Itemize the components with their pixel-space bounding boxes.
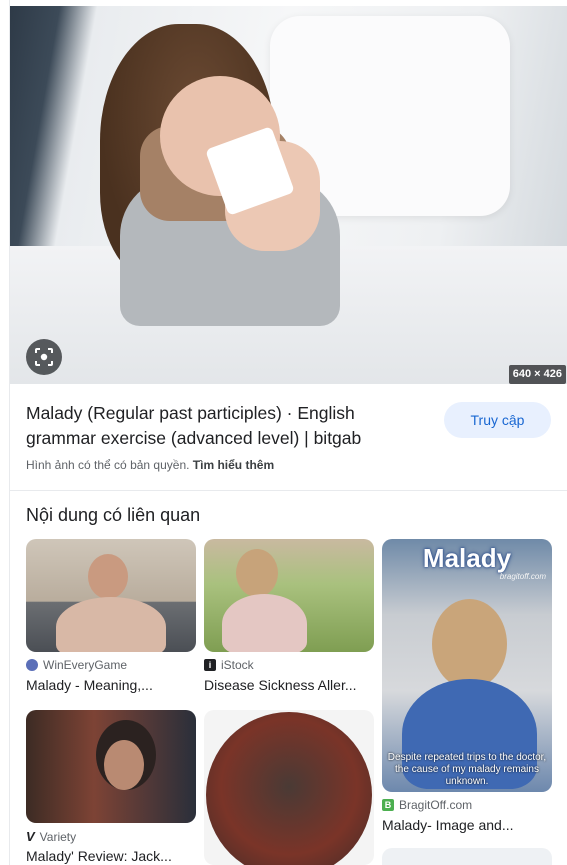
man-body-shape <box>56 597 166 652</box>
related-thumbnail-1[interactable] <box>26 539 196 652</box>
visit-button[interactable]: Truy cập <box>444 402 551 438</box>
related-source-4[interactable]: V Variety <box>26 829 76 844</box>
related-caption-2[interactable]: Disease Sickness Aller... <box>204 677 374 693</box>
source-label: BragitOff.com <box>399 798 473 812</box>
related-thumbnail-6[interactable] <box>382 848 552 865</box>
related-thumbnail-3[interactable]: Malady bragitoff.com Despite repeated tr… <box>382 539 552 792</box>
related-source-2[interactable]: i iStock <box>204 658 254 672</box>
istock-favicon-icon: i <box>204 659 216 671</box>
woman-hair-shape <box>236 549 278 597</box>
source-label: iStock <box>221 658 254 672</box>
variety-favicon-icon: V <box>26 829 35 844</box>
image-search-button[interactable] <box>26 339 62 375</box>
thumbnail-title-text: Malady <box>422 543 512 573</box>
source-label: Variety <box>39 829 77 844</box>
copyright-text: Hình ảnh có thể có bản quyền. <box>26 458 190 472</box>
divider <box>10 490 567 491</box>
related-heading: Nội dung có liên quan <box>26 505 201 525</box>
preview-image[interactable]: 640 × 426 <box>10 6 567 384</box>
related-thumbnail-5[interactable] <box>204 710 374 865</box>
related-thumbnail-2[interactable] <box>204 539 374 652</box>
related-source-3[interactable]: B BragitOff.com <box>382 798 472 812</box>
related-caption-1[interactable]: Malady - Meaning,... <box>26 677 196 693</box>
related-source-1[interactable]: WinEveryGame <box>26 658 127 672</box>
related-caption-4[interactable]: Malady' Review: Jack... <box>26 848 196 864</box>
bragitoff-favicon-icon: B <box>382 799 394 811</box>
woman-face-shape <box>104 740 144 790</box>
woman-body-shape <box>222 594 307 652</box>
thumbnail-quote-text: Despite repeated trips to the doctor, th… <box>387 752 547 787</box>
learn-more-link[interactable]: Tìm hiểu thêm <box>193 458 274 472</box>
source-label: WinEveryGame <box>43 658 128 672</box>
thumbnail-watermark-text: bragitoff.com <box>499 572 546 581</box>
wineverygame-favicon-icon <box>26 659 38 671</box>
man-face-shape <box>88 554 128 599</box>
circular-photo-shape <box>206 712 372 865</box>
image-preview-panel: 640 × 426 Malady (Regular past participl… <box>9 0 567 865</box>
image-dimensions-badge: 640 × 426 <box>508 365 566 384</box>
related-caption-3[interactable]: Malady- Image and... <box>382 817 552 833</box>
image-search-icon <box>35 348 53 366</box>
result-title[interactable]: Malady (Regular past participles) · Engl… <box>26 401 406 451</box>
related-thumbnail-4[interactable] <box>26 710 196 823</box>
copyright-notice: Hình ảnh có thể có bản quyền. Tìm hiểu t… <box>26 458 274 472</box>
woman-hair-shape <box>432 599 507 689</box>
